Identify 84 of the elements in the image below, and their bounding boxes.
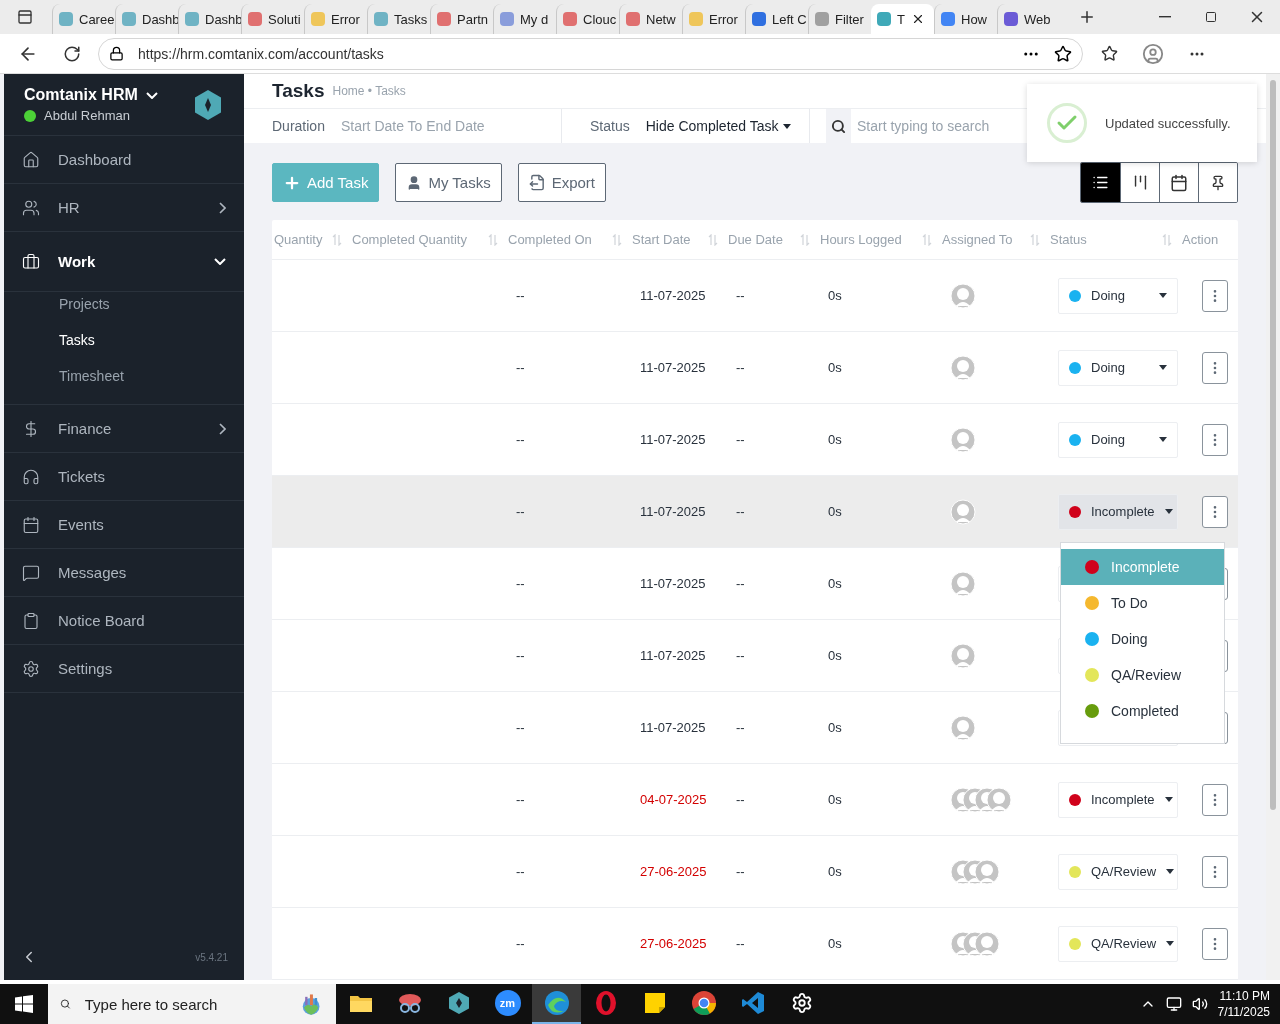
- table-cell-text: --: [735, 288, 746, 303]
- video-call-icon: zm: [494, 990, 521, 1016]
- table-cell-text: --: [515, 360, 526, 375]
- sidebar-subitem[interactable]: Tasks: [4, 322, 244, 358]
- sidebar-item[interactable]: Events: [4, 501, 244, 549]
- date-cell-text: 27-06-2025: [639, 864, 708, 879]
- date-cell-text: 11-07-2025: [639, 576, 707, 591]
- status-dropdown[interactable]: QA/Review: [1058, 853, 1178, 890]
- date-cell-text: 11-07-2025: [639, 432, 707, 447]
- user-name: Abdul Rehman: [44, 108, 130, 123]
- column-header: Action: [1182, 232, 1219, 247]
- status-dropdown[interactable]: Incomplete: [1058, 781, 1178, 818]
- brand-menu-button[interactable]: Comtanix HRM: [24, 86, 158, 104]
- table-cell-text: --: [735, 936, 746, 951]
- filter-label: Status: [590, 118, 630, 134]
- date-cell-text: 11-07-2025: [639, 360, 707, 375]
- table-cell-text: 0s: [827, 936, 843, 951]
- browser-tab[interactable]: T: [871, 4, 934, 34]
- table-cell-text: --: [735, 864, 746, 879]
- sidebar-item[interactable]: Settings: [4, 645, 244, 693]
- table-cell-text: --: [735, 720, 746, 735]
- table-cell-text: 0s: [827, 576, 843, 591]
- date-cell-text: 27-06-2025: [639, 936, 708, 951]
- table-cell-text: --: [515, 432, 526, 447]
- column-header: Quantity: [274, 232, 323, 247]
- toolbar-button[interactable]: My Tasks: [395, 163, 502, 202]
- sidebar-item[interactable]: HR: [4, 184, 244, 232]
- date-cell-text: 11-07-2025: [639, 504, 707, 519]
- table-cell-text: --: [735, 576, 746, 591]
- date-cell-text: 11-07-2025: [639, 288, 707, 303]
- table-cell-text: 0s: [827, 504, 843, 519]
- taskbar-search-box[interactable]: Type here to search: [48, 984, 336, 1024]
- table-cell-text: --: [735, 504, 746, 519]
- page-title: Tasks: [272, 80, 325, 102]
- sidebar-item[interactable]: Work: [4, 232, 244, 292]
- date-cell-text: 11-07-2025: [639, 648, 707, 663]
- table-cell-text: 0s: [827, 864, 843, 879]
- date-cell-text: 11-07-2025: [639, 720, 707, 735]
- table-cell-text: --: [735, 432, 746, 447]
- column-header: Status: [1050, 232, 1087, 247]
- toolbar-button[interactable]: Export: [517, 163, 607, 202]
- column-header: Hours Logged: [820, 232, 902, 247]
- breadcrumb: Home • Tasks: [332, 84, 406, 98]
- version-label: v5.4.21: [195, 951, 228, 963]
- status-dropdown[interactable]: Doing: [1058, 277, 1178, 314]
- column-header: Assigned To: [942, 232, 1013, 247]
- table-cell-text: --: [735, 792, 746, 807]
- filter-label: Duration: [272, 118, 325, 134]
- table-cell-text: 0s: [827, 792, 843, 807]
- status-filter-dropdown[interactable]: Hide Completed Task: [645, 118, 791, 134]
- table-cell-text: --: [515, 648, 526, 663]
- table-cell-text: 0s: [827, 360, 843, 375]
- clock-time: 11:10 PM: [1219, 988, 1270, 1004]
- table-cell-text: 0s: [827, 720, 843, 735]
- column-header: Due Date: [728, 232, 783, 247]
- table-cell-text: --: [735, 360, 746, 375]
- table-cell-text: 0s: [827, 648, 843, 663]
- table-cell-text: 0s: [827, 288, 843, 303]
- table-cell-text: --: [515, 504, 526, 519]
- sidebar-subitem[interactable]: Timesheet: [4, 358, 244, 394]
- status-dropdown[interactable]: QA/Review: [1058, 925, 1178, 962]
- clock-date: 7/11/2025: [1217, 1004, 1270, 1020]
- table-cell-text: --: [735, 648, 746, 663]
- status-dropdown[interactable]: Doing: [1058, 349, 1178, 386]
- sidebar-item[interactable]: Dashboard: [4, 136, 244, 184]
- column-header: Completed On: [508, 232, 592, 247]
- sidebar-item[interactable]: Notice Board: [4, 597, 244, 645]
- table-cell-text: --: [515, 864, 526, 879]
- sidebar-item[interactable]: Finance: [4, 405, 244, 453]
- date-cell-text: 04-07-2025: [639, 792, 708, 807]
- status-dropdown[interactable]: Doing: [1058, 421, 1178, 458]
- success-toast: Updated successfully.: [1027, 84, 1257, 162]
- status-dropdown[interactable]: Incomplete: [1058, 493, 1178, 530]
- table-cell-text: --: [515, 792, 526, 807]
- table-cell-text: --: [515, 288, 526, 303]
- sidebar-item[interactable]: Tickets: [4, 453, 244, 501]
- table-cell-text: --: [515, 720, 526, 735]
- table-cell-text: --: [515, 576, 526, 591]
- column-header: Start Date: [632, 232, 691, 247]
- taskbar-search-field[interactable]: Type here to search: [82, 994, 286, 1014]
- table-cell-text: 0s: [827, 432, 843, 447]
- table-cell-text: --: [515, 936, 526, 951]
- column-header: Completed Quantity: [352, 232, 467, 247]
- sidebar-item[interactable]: Messages: [4, 549, 244, 597]
